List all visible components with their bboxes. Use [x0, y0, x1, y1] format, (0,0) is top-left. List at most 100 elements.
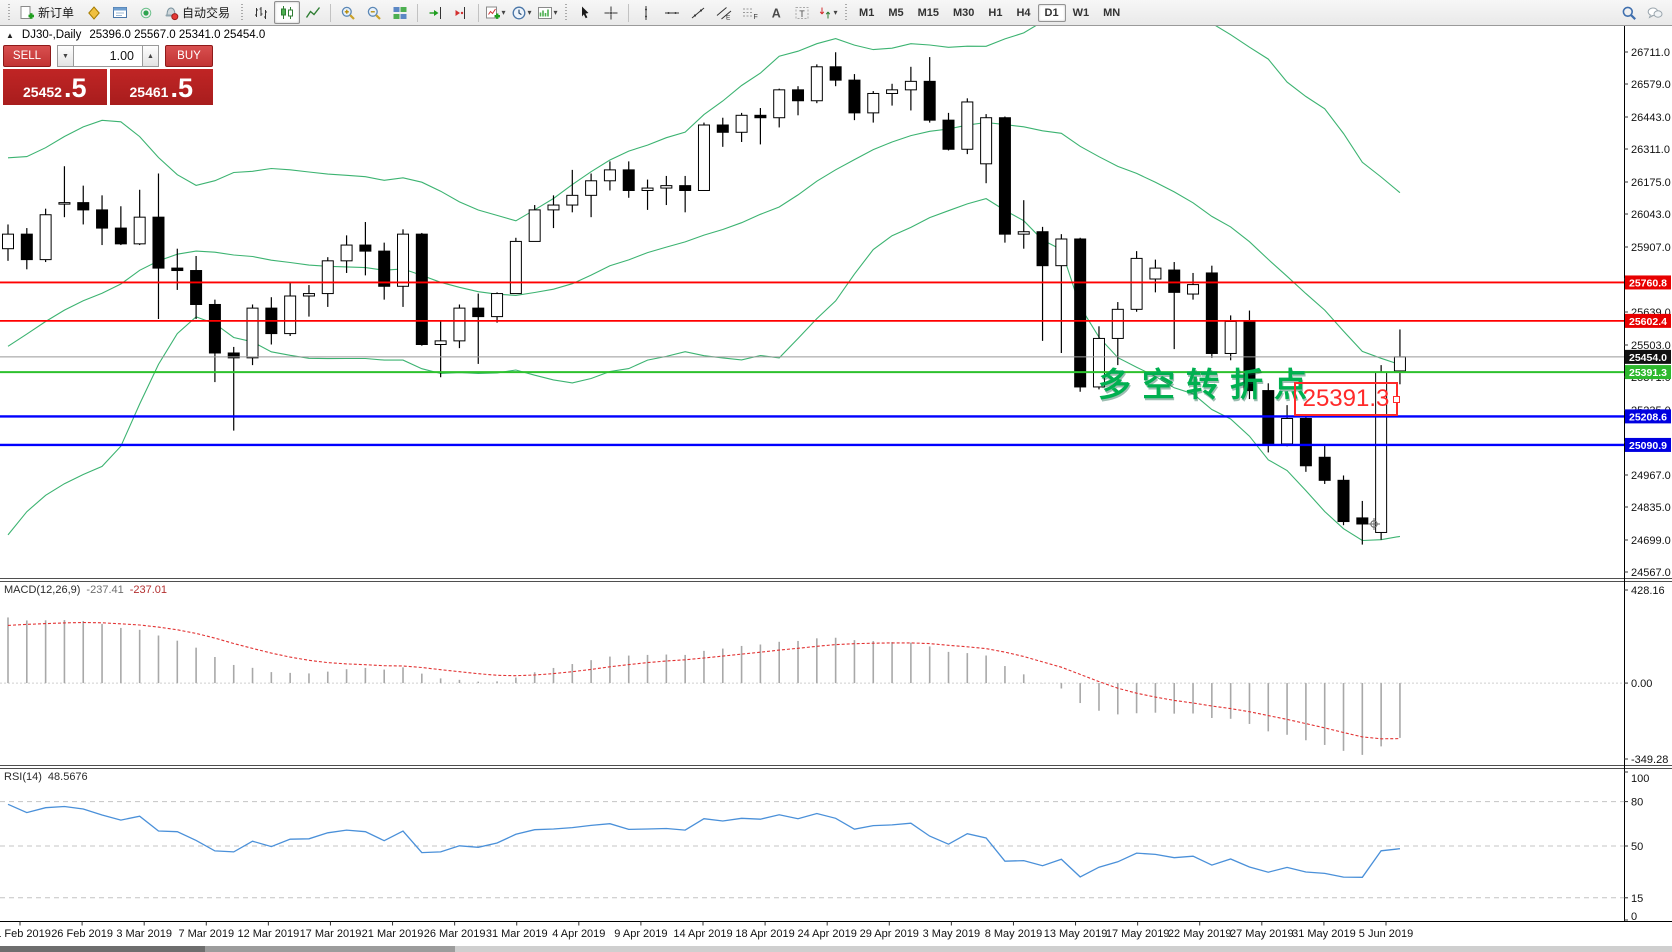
- arrows-button[interactable]: ▾: [815, 1, 841, 24]
- candle-body-down: [1169, 270, 1180, 292]
- text-label-button[interactable]: T: [789, 1, 815, 24]
- signal-icon: [138, 5, 154, 21]
- candle-body-down: [924, 81, 935, 120]
- timeframe-d1-button[interactable]: D1: [1038, 4, 1066, 22]
- timeframe-mn-button[interactable]: MN: [1096, 4, 1127, 22]
- zoom-in-button[interactable]: [335, 1, 361, 24]
- horizontal-line-button[interactable]: [659, 1, 685, 24]
- autotrading-button[interactable]: 自动交易: [159, 1, 237, 24]
- candle-body-up: [586, 181, 597, 196]
- candle-body-up: [642, 188, 653, 190]
- bar-chart-button[interactable]: [248, 1, 274, 24]
- candle-body-up: [1112, 309, 1123, 338]
- equidistant-channel-button[interactable]: E: [711, 1, 737, 24]
- sell-button[interactable]: SELL: [3, 45, 51, 67]
- chart-window[interactable]: 26711.026579.026443.026311.026175.026043…: [0, 26, 1672, 946]
- timeframe-m15-button[interactable]: M15: [911, 4, 946, 22]
- arrows-icon: [817, 5, 833, 21]
- window-edge-segment: [0, 946, 205, 952]
- candle-body-up: [303, 294, 314, 296]
- candle: [1056, 234, 1067, 353]
- timeframe-m5-button[interactable]: M5: [881, 4, 910, 22]
- linechart-icon: [305, 5, 321, 21]
- buy-button[interactable]: BUY: [165, 45, 213, 67]
- chart-canvas[interactable]: 26711.026579.026443.026311.026175.026043…: [0, 26, 1672, 952]
- candle-body-up: [492, 294, 503, 317]
- market-watch-button[interactable]: [107, 1, 133, 24]
- volume-decrease-button[interactable]: ▼: [57, 45, 74, 67]
- toolbar-drag-handle[interactable]: [7, 4, 12, 22]
- candle: [1037, 227, 1048, 341]
- volume-input[interactable]: 1.00: [74, 45, 142, 67]
- candle: [78, 186, 89, 225]
- candle-body-up: [1188, 285, 1199, 294]
- annotation-price: 25391.3: [1303, 385, 1390, 413]
- toolbar-drag-handle[interactable]: [844, 4, 849, 22]
- zoom-in-icon: [340, 5, 356, 21]
- candle: [303, 285, 314, 317]
- buy-price[interactable]: 25461 .5: [110, 69, 214, 105]
- oct-collapse-arrow[interactable]: ▲: [6, 31, 14, 40]
- editor-icon: [86, 5, 102, 21]
- candle: [97, 195, 108, 245]
- indicators-button[interactable]: ▾: [483, 1, 509, 24]
- candle-body-up: [1394, 357, 1405, 371]
- timeframe-m30-button[interactable]: M30: [946, 4, 981, 22]
- candle: [924, 57, 935, 122]
- annotation-text[interactable]: 多空转折点: [1098, 358, 1318, 406]
- candle-body-down: [172, 268, 183, 270]
- metaeditor-button[interactable]: [81, 1, 107, 24]
- cursor-button[interactable]: [572, 1, 598, 24]
- candle: [435, 320, 446, 377]
- signals-button[interactable]: [133, 1, 159, 24]
- candle: [416, 233, 427, 346]
- date-label: 3 Mar 2019: [116, 928, 172, 940]
- sell-price[interactable]: 25452 .5: [3, 69, 107, 105]
- periods-button[interactable]: ▾: [509, 1, 535, 24]
- candle: [642, 180, 653, 210]
- candle: [1338, 475, 1349, 525]
- templates-button[interactable]: ▾: [535, 1, 561, 24]
- chart-shift-button[interactable]: [448, 1, 474, 24]
- toolbar-drag-handle[interactable]: [564, 4, 569, 22]
- autotrade-icon: [163, 5, 179, 21]
- date-label: 9 Apr 2019: [614, 928, 667, 940]
- chart-ohlc-values: 25396.0 25567.0 25341.0 25454.0: [89, 29, 265, 41]
- date-label: 8 May 2019: [985, 928, 1042, 940]
- candle-body-down: [97, 210, 108, 228]
- volume-increase-button[interactable]: ▲: [142, 45, 159, 67]
- timeframe-w1-button[interactable]: W1: [1066, 4, 1097, 22]
- candles-icon: [279, 5, 295, 21]
- chartshift-icon: [453, 5, 469, 21]
- chat-button[interactable]: [1642, 1, 1668, 24]
- candle-body-up: [962, 102, 973, 149]
- timeframe-m1-button[interactable]: M1: [852, 4, 881, 22]
- crosshair-button[interactable]: [598, 1, 624, 24]
- timeframe-h1-button[interactable]: H1: [981, 4, 1009, 22]
- price-axis[interactable]: 26711.026579.026443.026311.026175.026043…: [1624, 47, 1671, 579]
- search-button[interactable]: [1616, 1, 1642, 24]
- svg-text:A: A: [772, 6, 781, 20]
- hline-icon: [664, 5, 680, 21]
- candle: [1282, 405, 1293, 446]
- new-order-button[interactable]: 新订单: [15, 1, 81, 24]
- timeframe-h4-button[interactable]: H4: [1009, 4, 1037, 22]
- tile-windows-button[interactable]: [387, 1, 413, 24]
- toolbar-drag-handle[interactable]: [240, 4, 245, 22]
- tiles-icon: [392, 5, 408, 21]
- vertical-line-button[interactable]: [633, 1, 659, 24]
- candle: [228, 347, 239, 431]
- trendline-button[interactable]: [685, 1, 711, 24]
- time-axis[interactable]: 21 Feb 201926 Feb 20193 Mar 20197 Mar 20…: [0, 922, 1413, 941]
- candle-chart-button[interactable]: [274, 1, 300, 24]
- fibonacci-button[interactable]: F: [737, 1, 763, 24]
- zoom-out-button[interactable]: [361, 1, 387, 24]
- auto-scroll-button[interactable]: [422, 1, 448, 24]
- annotation-price-box[interactable]: 25391.3: [1294, 382, 1398, 416]
- candle: [943, 113, 954, 151]
- text-button[interactable]: A: [763, 1, 789, 24]
- line-chart-button[interactable]: [300, 1, 326, 24]
- price-line-badge: 25208.6: [1625, 409, 1671, 423]
- candle: [247, 304, 258, 365]
- svg-text:F: F: [754, 14, 758, 21]
